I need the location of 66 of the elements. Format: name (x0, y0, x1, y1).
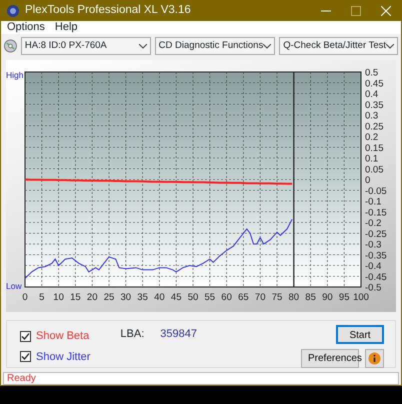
tick-label: -0.45 (365, 272, 387, 283)
tick-label: 0.2 (365, 132, 378, 143)
tick-label: 85 (305, 292, 316, 303)
checkbox-label[interactable]: Show Jitter (36, 348, 90, 365)
status-text: Ready (7, 373, 36, 384)
tick-label: 0.1 (365, 154, 378, 164)
tick-label: -0.1 (365, 196, 382, 208)
menu-item[interactable]: Help (54, 21, 78, 34)
tick-label: 75 (272, 292, 282, 303)
axis-label: Low (6, 281, 22, 291)
tick-label: 80 (288, 292, 300, 303)
tick-label: 0.5 (365, 68, 378, 78)
tick-label: 55 (204, 292, 216, 303)
info-button[interactable] (365, 349, 384, 368)
tick-label: 0 (22, 292, 28, 303)
tick-label: 0.35 (365, 100, 384, 111)
tick-label: 0.25 (365, 121, 384, 132)
tick-label: 0.3 (365, 110, 378, 122)
tick-label: 0.15 (365, 142, 384, 154)
menu-item[interactable]: Options (7, 21, 45, 34)
checkbox[interactable] (20, 351, 31, 362)
tick-label: 60 (221, 292, 232, 303)
tick-label: 35 (137, 292, 148, 303)
tick-label: -0.3 (365, 240, 382, 250)
preferences-button[interactable]: Preferences (301, 349, 359, 368)
tick-label: -0.25 (365, 228, 387, 240)
tick-label: 50 (188, 292, 198, 303)
maximize-icon (351, 6, 361, 16)
tick-label: 0.45 (365, 78, 384, 90)
tick-label: -0.4 (365, 261, 382, 272)
start-button[interactable]: Start (336, 325, 384, 344)
close-icon (381, 6, 391, 16)
tick-label: -0.2 (365, 218, 382, 229)
axis-label: High (6, 70, 24, 80)
caret-icon (386, 44, 394, 48)
tick-label: -0.5 (365, 282, 382, 294)
tick-label: 0 (365, 175, 370, 186)
lba-label: LBA: (120, 327, 144, 342)
tick-label: 40 (154, 292, 165, 303)
tick-label: 70 (254, 292, 266, 303)
checkbox[interactable] (20, 330, 31, 342)
tick-label: 65 (238, 292, 249, 303)
dropdown[interactable]: CD Diagnostic Functions (154, 37, 276, 55)
dropdown[interactable]: HA:8 ID:0 PX-760A (20, 37, 151, 55)
tick-label: -0.05 (365, 186, 387, 197)
tick-label: -0.15 (365, 207, 387, 218)
dropdown[interactable]: Q-Check Beta/Jitter Test (279, 37, 398, 55)
tick-label: 45 (170, 292, 182, 303)
tick-label: 0.4 (365, 89, 378, 100)
disc-icon (4, 39, 17, 53)
tick-label: 20 (86, 292, 98, 303)
tick-label: 0.05 (365, 164, 384, 176)
tick-label: 5 (39, 292, 44, 303)
tick-label: 90 (322, 292, 333, 303)
tick-label: 10 (53, 292, 64, 303)
app-logo-icon (7, 4, 19, 16)
tick-label: -0.35 (365, 250, 387, 262)
lba-value: 359847 (160, 327, 197, 342)
caret-icon (263, 44, 272, 48)
tick-label: 100 (353, 292, 369, 303)
window-title: PlexTools Professional XL V3.16 (25, 2, 191, 18)
tick-label: 95 (338, 292, 350, 303)
tick-label: 30 (120, 292, 132, 303)
caret-icon (138, 44, 147, 48)
tick-label: 15 (70, 292, 81, 303)
tick-label: 25 (104, 292, 114, 303)
